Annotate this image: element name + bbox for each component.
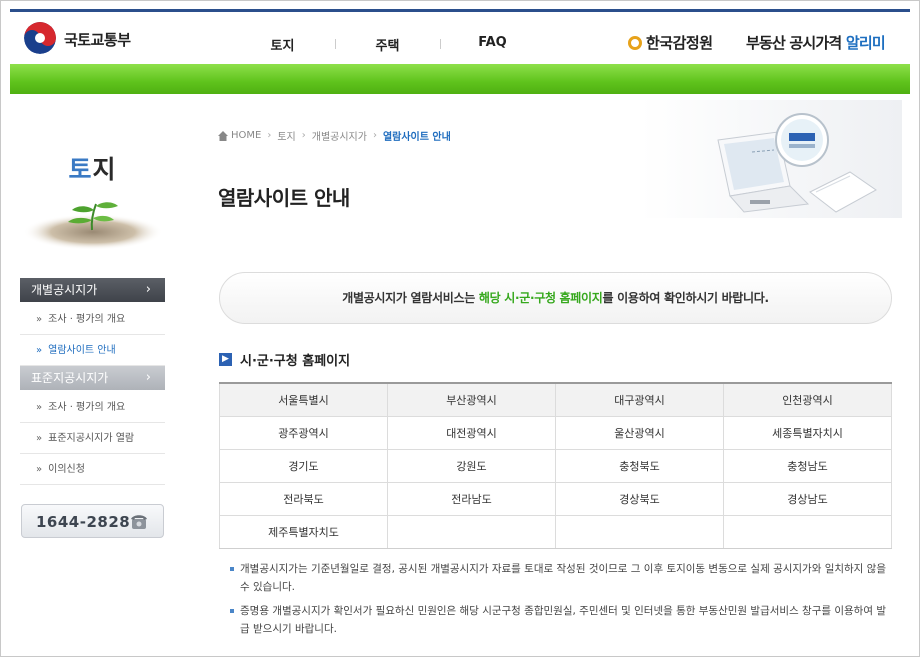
side-menu: 개별공시지가 › 조사 · 평가의 개요 열람사이트 안내 표준지공시지가 › … [20, 278, 165, 485]
city-link-gyeongbuk[interactable]: 경상북도 [555, 481, 724, 516]
service-prefix: 부동산 공시가격 [746, 34, 846, 52]
sidebar-title: 토지 [20, 150, 165, 186]
city-link-chungbuk[interactable]: 충청북도 [555, 448, 724, 483]
submenu-standard-survey-overview[interactable]: 조사 · 평가의 개요 [20, 392, 165, 423]
city-link-gyeonggi[interactable]: 경기도 [219, 448, 388, 483]
city-link-busan[interactable]: 부산광역시 [387, 382, 556, 417]
sprout-illustration-icon [23, 202, 163, 250]
note-item: 증명용 개별공시지가 확인서가 필요하신 민원인은 해당 시군구청 종합민원실,… [228, 602, 894, 638]
divider [219, 548, 892, 549]
agency-logo-icon [628, 36, 642, 50]
service-accent: 알리미 [845, 34, 886, 52]
submenu-objection[interactable]: 이의신청 [20, 454, 165, 485]
city-link-daegu[interactable]: 대구광역시 [555, 382, 724, 417]
empty-cell [555, 514, 724, 549]
notes-list: 개별공시지가는 기준년월일로 결정, 공시된 개별공시지가 자료를 토대로 작성… [228, 560, 894, 644]
table-row: 전라북도 전라남도 경상북도 경상남도 [219, 481, 892, 516]
city-link-incheon[interactable]: 인천광역시 [723, 382, 892, 417]
telephone-icon [131, 515, 147, 529]
city-link-jeonbuk[interactable]: 전라북도 [219, 481, 388, 516]
ministry-logo-icon[interactable] [24, 22, 56, 54]
page-title: 열람사이트 안내 [218, 186, 350, 210]
green-banner-bar [10, 64, 910, 94]
home-icon[interactable] [218, 130, 228, 141]
table-row: 경기도 강원도 충청북도 충청남도 [219, 448, 892, 483]
header: 국토교통부 토지 주택 FAQ 한국감정원 부동산 공시가격 알리미 [10, 12, 910, 64]
phone-number: 1644-2828 [36, 513, 131, 531]
section-arrow-icon: ▶ [219, 353, 232, 366]
city-link-ulsan[interactable]: 울산광역시 [555, 415, 724, 450]
city-link-chungnam[interactable]: 충청남도 [723, 448, 892, 483]
menu-standard-land-price[interactable]: 표준지공시지가 › [20, 366, 165, 390]
nav-housing[interactable]: 주택 [335, 35, 440, 55]
breadcrumb-separator: › [301, 130, 306, 141]
city-link-gangwon[interactable]: 강원도 [387, 448, 556, 483]
menu-head-label: 표준지공시지가 [31, 371, 109, 385]
agency-name[interactable]: 한국감정원 [646, 32, 713, 53]
notice-banner: 개별공시지가 열람서비스는 해당 시·군·구청 홈페이지를 이용하여 확인하시기… [219, 272, 892, 324]
empty-cell [723, 514, 892, 549]
city-link-jeju[interactable]: 제주특별자치도 [219, 514, 388, 549]
table-row: 서울특별시 부산광역시 대구광역시 인천광역시 [219, 382, 892, 417]
city-homepage-table: 서울특별시 부산광역시 대구광역시 인천광역시 광주광역시 대전광역시 울산광역… [219, 382, 892, 549]
city-link-daejeon[interactable]: 대전광역시 [387, 415, 556, 450]
submenu-survey-overview[interactable]: 조사 · 평가의 개요 [20, 304, 165, 335]
city-link-seoul[interactable]: 서울특별시 [219, 382, 388, 417]
sidebar-title-rest: 지 [92, 155, 117, 184]
table-row: 광주광역시 대전광역시 울산광역시 세종특별자치시 [219, 415, 892, 450]
menu-head-label: 개별공시지가 [31, 283, 98, 297]
breadcrumb-current: 열람사이트 안내 [382, 132, 451, 143]
notice-text-before: 개별공시지가 열람서비스는 [342, 291, 479, 305]
breadcrumb-separator: › [372, 130, 377, 141]
global-nav: 토지 주택 FAQ [230, 35, 545, 55]
notice-highlight: 해당 시·군·구청 홈페이지 [478, 291, 603, 305]
submenu-viewing-site-guide[interactable]: 열람사이트 안내 [20, 335, 165, 366]
note-item: 개별공시지가는 기준년월일로 결정, 공시된 개별공시지가 자료를 토대로 작성… [228, 560, 894, 596]
city-link-jeonnam[interactable]: 전라남도 [387, 481, 556, 516]
chevron-right-icon: › [145, 370, 151, 385]
submenu-standard-land-price-view[interactable]: 표준지공시지가 열람 [20, 423, 165, 454]
ministry-name[interactable]: 국토교통부 [64, 29, 131, 50]
nav-land[interactable]: 토지 [230, 35, 335, 55]
phone-box: 1644-2828 [21, 504, 164, 538]
laptop-illustration-icon [640, 100, 902, 218]
breadcrumb-separator: › [267, 130, 272, 141]
chevron-right-icon: › [145, 282, 151, 297]
nav-faq[interactable]: FAQ [440, 35, 545, 55]
city-link-gwangju[interactable]: 광주광역시 [219, 415, 388, 450]
section-title-label: 시·군·구청 홈페이지 [240, 354, 351, 369]
city-link-gyeongnam[interactable]: 경상남도 [723, 481, 892, 516]
sidebar-title-first: 토 [68, 155, 93, 184]
menu-individual-land-price[interactable]: 개별공시지가 › [20, 278, 165, 302]
breadcrumb-individual-land-price[interactable]: 개별공시지가 [312, 128, 367, 143]
empty-cell [387, 514, 556, 549]
service-name[interactable]: 부동산 공시가격 알리미 [746, 32, 886, 53]
city-link-sejong[interactable]: 세종특별자치시 [723, 415, 892, 450]
breadcrumb: HOME › 토지 › 개별공시지가 › 열람사이트 안내 [218, 128, 451, 143]
breadcrumb-land[interactable]: 토지 [277, 128, 295, 143]
section-title: ▶ 시·군·구청 홈페이지 [219, 350, 350, 369]
table-row: 제주특별자치도 [219, 514, 892, 549]
breadcrumb-home[interactable]: HOME [231, 130, 261, 141]
notice-text-after: 를 이용하여 확인하시기 바랍니다. [602, 291, 770, 305]
